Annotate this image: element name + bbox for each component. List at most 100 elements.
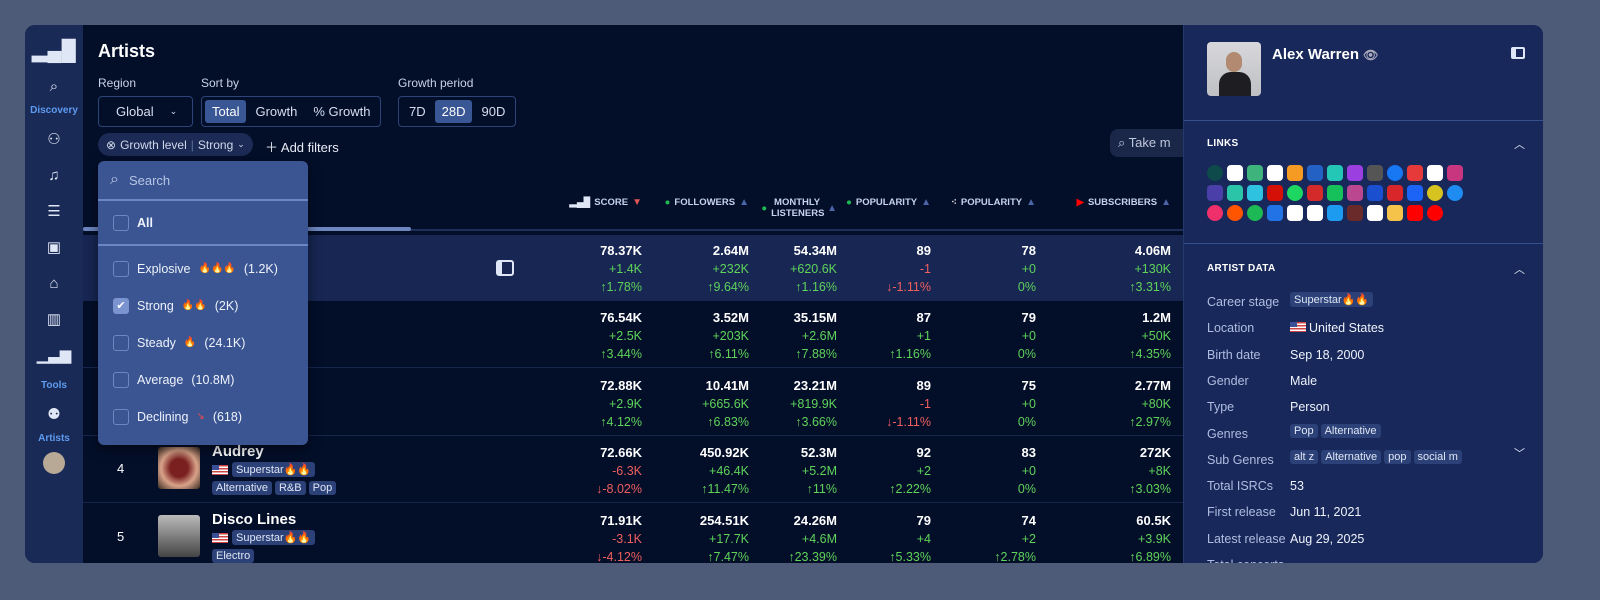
sort-asc-icon[interactable]: ▲	[739, 197, 749, 208]
netease-icon[interactable]	[1387, 185, 1403, 201]
apple-icon[interactable]	[1267, 165, 1283, 181]
chevron-down-icon[interactable]: ﹀	[1514, 445, 1525, 461]
eye-icon[interactable]: 👁	[1363, 48, 1378, 62]
artist-name[interactable]: Disco Lines	[212, 511, 296, 528]
lastfm-icon[interactable]	[1267, 185, 1283, 201]
dropdown-option-all[interactable]: All	[98, 201, 308, 246]
genius-icon[interactable]	[1407, 165, 1423, 181]
column-header-score[interactable]: ▂▄█ SCORE ▼	[570, 197, 642, 208]
sidebar-label-discovery[interactable]: Discovery	[30, 105, 78, 116]
music-note-icon[interactable]: ♫	[48, 162, 59, 188]
dropdown-option-strong[interactable]: ✔ Strong 🔥🔥 (2K)	[98, 287, 308, 324]
sort-option--growth[interactable]: % Growth	[306, 100, 377, 123]
growth-period-label: Growth period	[398, 76, 474, 90]
sort-asc-icon[interactable]: ▲	[921, 197, 931, 208]
audiomack-icon[interactable]	[1287, 165, 1303, 181]
spotify-icon[interactable]	[1247, 205, 1263, 221]
growth-level-filter-chip[interactable]: ⊗ Growth level | Strong ⌄	[98, 133, 253, 156]
bar-chart-icon[interactable]: ▁▃▆	[37, 342, 72, 368]
dropdown-option-explosive[interactable]: Explosive 🔥🔥🔥 (1.2K)	[98, 250, 308, 287]
column-header-popularity[interactable]: ⁖ POPULARITY ▲	[951, 197, 1036, 208]
heart-icon[interactable]	[1347, 165, 1363, 181]
artist-name[interactable]: Audrey	[212, 443, 264, 460]
user-avatar[interactable]	[43, 452, 65, 474]
checkbox[interactable]	[113, 260, 129, 277]
flame-icon: 🔥🔥	[181, 300, 207, 311]
facebook-icon[interactable]	[1387, 165, 1403, 181]
happy-icon[interactable]	[1427, 165, 1443, 181]
tidal-icon[interactable]	[1287, 205, 1303, 221]
checkbox[interactable]	[113, 334, 129, 351]
messenger-icon[interactable]	[1447, 185, 1463, 201]
checkbox[interactable]	[113, 214, 129, 231]
logo-bars-icon[interactable]: ▂▄█	[32, 37, 76, 63]
jiosaavn-icon[interactable]	[1227, 185, 1243, 201]
napster-icon[interactable]	[1327, 185, 1343, 201]
chevron-up-icon[interactable]: ︿	[1514, 136, 1525, 152]
dropdown-option-steady[interactable]: Steady 🔥 (24.1K)	[98, 324, 308, 361]
dropdown-option-declining[interactable]: Declining ↘ (618)	[98, 398, 308, 435]
panel-toggle-icon[interactable]	[1511, 47, 1525, 59]
wikipedia-icon[interactable]	[1367, 205, 1383, 221]
period-option-90d[interactable]: 90D	[474, 100, 512, 123]
column-header-subscribers[interactable]: ▶ SUBSCRIBERS ▲	[1077, 197, 1171, 208]
instagram-icon[interactable]	[1447, 165, 1463, 181]
soundcloud-icon[interactable]	[1227, 205, 1243, 221]
buildings-icon[interactable]: ▥	[47, 306, 61, 332]
checkbox[interactable]	[113, 371, 129, 388]
option-count: (24.1K)	[204, 335, 246, 350]
youtube-music-icon[interactable]	[1427, 205, 1443, 221]
line-music-icon[interactable]	[1287, 185, 1303, 201]
twitter-icon[interactable]	[1327, 205, 1343, 221]
region-select[interactable]: Global ⌄	[98, 96, 193, 127]
sort-asc-icon[interactable]: ▲	[1026, 197, 1036, 208]
tumblr-icon[interactable]	[1267, 205, 1283, 221]
remove-filter-icon[interactable]: ⊗	[106, 138, 116, 152]
radio-icon[interactable]: ▣	[47, 234, 61, 260]
table-row[interactable]: 4 Audrey Superstar🔥🔥 Alternative R&B Pop 72.66…	[83, 437, 1183, 503]
musicbrainz-icon[interactable]	[1347, 185, 1363, 201]
sort-asc-icon[interactable]: ▲	[827, 203, 837, 214]
users-icon[interactable]: ⚉	[47, 401, 60, 427]
dropdown-option-average[interactable]: Average (10.8M)	[98, 361, 308, 398]
bandsintown-icon[interactable]	[1327, 165, 1343, 181]
label-bank-icon[interactable]: ⌂	[49, 270, 58, 296]
column-header-monthly-listeners[interactable]: ● MONTHLY LISTENERS ▲	[761, 197, 837, 219]
column-header-followers[interactable]: ● FOLLOWERS ▲	[665, 197, 749, 208]
user-icon[interactable]: ⚇	[47, 126, 60, 152]
youtube-icon[interactable]	[1407, 205, 1423, 221]
sort-option-total[interactable]: Total	[205, 100, 247, 123]
period-option-7d[interactable]: 7D	[402, 100, 433, 123]
qobuz-icon[interactable]	[1427, 185, 1443, 201]
checkbox[interactable]	[113, 408, 129, 425]
anghami-icon[interactable]	[1207, 165, 1223, 181]
songkick-icon[interactable]	[1207, 205, 1223, 221]
shazam-like-icon[interactable]	[1367, 185, 1383, 201]
pandora-icon[interactable]	[1407, 185, 1423, 201]
sort-asc-icon[interactable]: ▲	[1161, 197, 1171, 208]
amazon-icon[interactable]	[1227, 165, 1243, 181]
table-row[interactable]: 5 Disco Lines Superstar🔥🔥 Electro 71.91K -3.1…	[83, 505, 1183, 563]
chevron-up-icon[interactable]: ︿	[1514, 261, 1525, 277]
checkbox[interactable]: ✔	[113, 297, 129, 314]
add-filters-button[interactable]: ＋ Add filters	[265, 137, 339, 156]
myspace-icon[interactable]	[1307, 185, 1323, 201]
tiktok-icon[interactable]	[1307, 205, 1323, 221]
vevo-icon[interactable]	[1347, 205, 1363, 221]
discogs-icon[interactable]	[1367, 165, 1383, 181]
column-header-popularity[interactable]: ● POPULARITY ▲	[846, 197, 931, 208]
dropdown-search-input[interactable]: ⌕ Search	[98, 161, 308, 201]
playlist-icon[interactable]: ☰	[47, 198, 60, 224]
kkbox-icon[interactable]	[1247, 185, 1263, 201]
sidebar-label-tools[interactable]: Tools	[41, 380, 67, 391]
axs-icon[interactable]	[1307, 165, 1323, 181]
iheart-lani-icon[interactable]	[1207, 185, 1223, 201]
search-icon[interactable]: ⌕	[50, 73, 58, 99]
period-option-28d[interactable]: 28D	[434, 100, 473, 123]
yandex-icon[interactable]	[1387, 205, 1403, 221]
open-panel-icon[interactable]	[496, 260, 514, 276]
audiomack-circle-icon[interactable]	[1247, 165, 1263, 181]
sidebar-label-artists[interactable]: Artists	[38, 433, 70, 444]
sort-option-growth[interactable]: Growth	[248, 100, 304, 123]
sort-desc-icon[interactable]: ▼	[632, 197, 642, 208]
